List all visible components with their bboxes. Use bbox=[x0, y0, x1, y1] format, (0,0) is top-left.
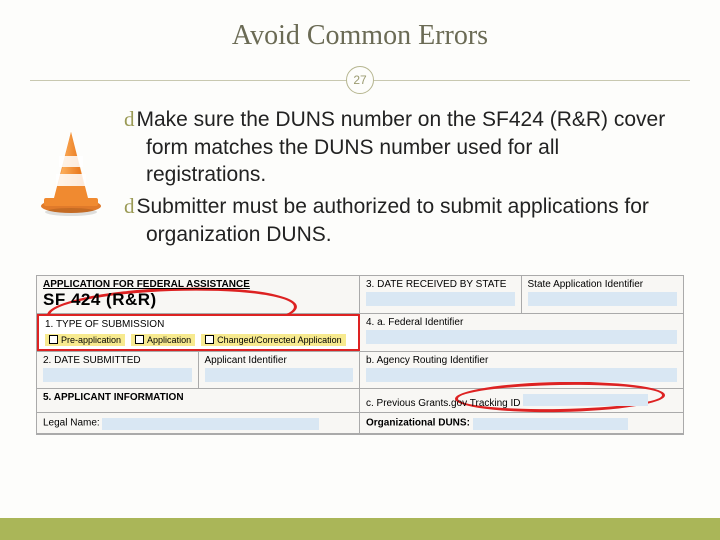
label-prev-grants: c. Previous Grants.gov Tracking ID bbox=[366, 398, 521, 409]
input-org-duns bbox=[473, 418, 629, 430]
label-agency-routing: b. Agency Routing Identifier bbox=[366, 355, 488, 366]
label-date-received-state: 3. DATE RECEIVED BY STATE bbox=[366, 279, 506, 290]
page-number-badge: 27 bbox=[346, 66, 374, 94]
input-state-app-id bbox=[528, 292, 678, 306]
label-applicant-identifier: Applicant Identifier bbox=[205, 355, 287, 366]
input-agency-routing bbox=[366, 368, 677, 382]
input-applicant-identifier bbox=[205, 368, 354, 382]
opt-application: Application bbox=[131, 334, 195, 346]
label-date-submitted: 2. DATE SUBMITTED bbox=[43, 355, 141, 366]
bullet-text: Make sure the DUNS number on the SF424 (… bbox=[137, 108, 666, 186]
input-date-received-state bbox=[366, 292, 515, 306]
bullet-icon: d bbox=[124, 107, 137, 131]
bullet-icon: d bbox=[124, 194, 137, 218]
footer-bar bbox=[0, 518, 720, 540]
bullet-text: Submitter must be authorized to submit a… bbox=[137, 195, 649, 246]
label-applicant-info: 5. APPLICANT INFORMATION bbox=[43, 392, 184, 403]
input-date-submitted bbox=[43, 368, 192, 382]
bullet-list: dMake sure the DUNS number on the SF424 … bbox=[124, 106, 684, 253]
input-federal-id bbox=[366, 330, 677, 344]
slide-title: Avoid Common Errors bbox=[30, 20, 690, 52]
slide: Avoid Common Errors 27 bbox=[0, 0, 720, 540]
label-federal-id: 4. a. Federal Identifier bbox=[366, 317, 463, 328]
opt-changed-corrected: Changed/Corrected Application bbox=[201, 334, 346, 346]
form-heading: APPLICATION FOR FEDERAL ASSISTANCE bbox=[43, 279, 353, 290]
label-org-duns: Organizational DUNS: bbox=[366, 417, 470, 428]
label-legal-name: Legal Name: bbox=[43, 417, 100, 428]
opt-pre-application: Pre-application bbox=[45, 334, 125, 346]
content-row: dMake sure the DUNS number on the SF424 … bbox=[30, 106, 690, 253]
label-type-submission: 1. TYPE OF SUBMISSION bbox=[45, 319, 164, 330]
checkbox-icon bbox=[135, 335, 144, 344]
input-prev-grants bbox=[523, 394, 647, 406]
checkbox-icon bbox=[49, 335, 58, 344]
bullet-item: dSubmitter must be authorized to submit … bbox=[124, 193, 684, 248]
submission-options: Pre-application Application Changed/Corr… bbox=[45, 334, 352, 346]
label-state-app-id: State Application Identifier bbox=[528, 279, 644, 290]
input-legal-name bbox=[102, 418, 319, 430]
title-divider: 27 bbox=[30, 66, 690, 94]
cone-icon bbox=[36, 106, 106, 221]
checkbox-icon bbox=[205, 335, 214, 344]
bullet-item: dMake sure the DUNS number on the SF424 … bbox=[124, 106, 684, 189]
form-sf-title: SF 424 (R&R) bbox=[43, 290, 353, 310]
sf424-form-screenshot: APPLICATION FOR FEDERAL ASSISTANCE SF 42… bbox=[36, 275, 684, 435]
